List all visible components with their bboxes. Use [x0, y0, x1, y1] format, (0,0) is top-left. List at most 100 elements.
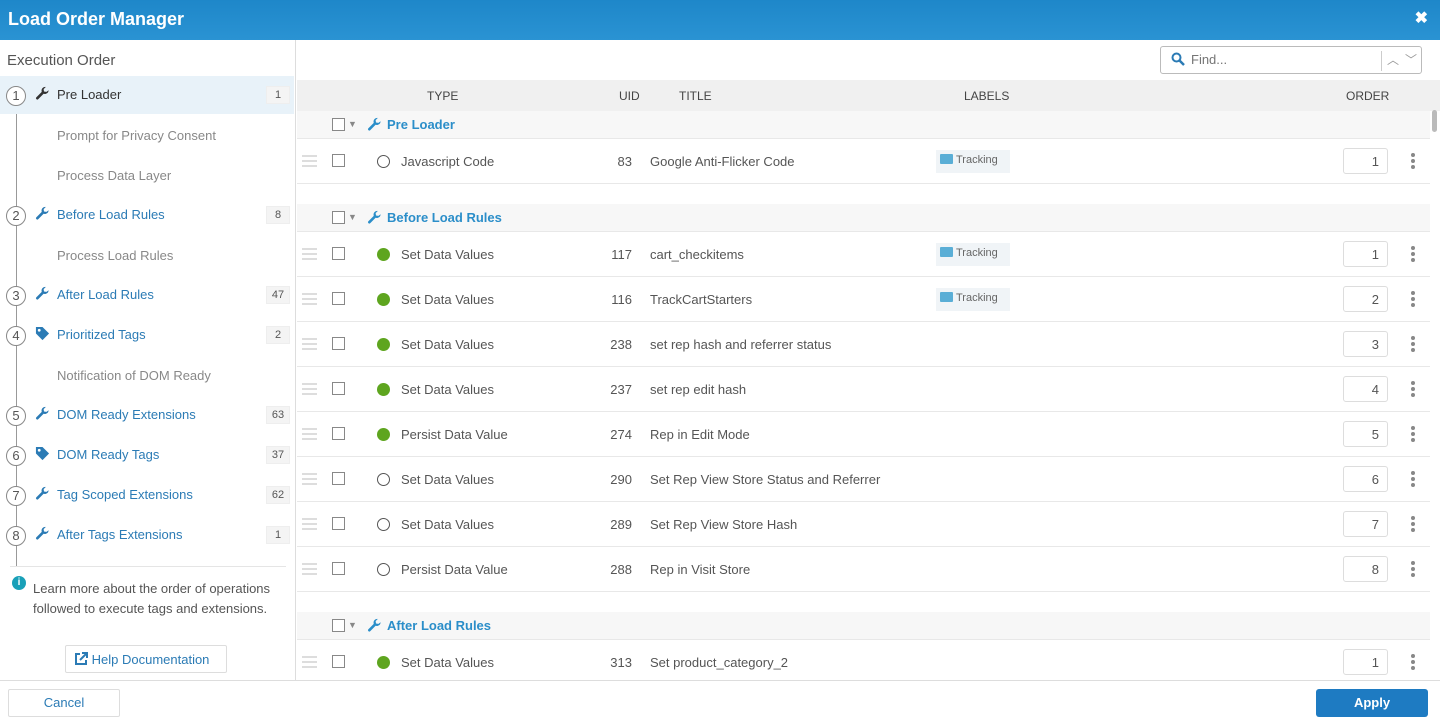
- drag-handle-icon[interactable]: [302, 518, 317, 530]
- drag-handle-icon[interactable]: [302, 155, 317, 167]
- step-count-badge: 63: [266, 406, 290, 424]
- sidebar-step-tag-scoped-extensions[interactable]: 7 Tag Scoped Extensions 62: [0, 476, 294, 514]
- more-options-icon[interactable]: [1411, 516, 1417, 532]
- row-checkbox[interactable]: [332, 655, 345, 668]
- row-checkbox[interactable]: [332, 382, 345, 395]
- order-input[interactable]: 4: [1343, 376, 1388, 402]
- scrollbar[interactable]: [1432, 110, 1437, 132]
- drag-handle-icon[interactable]: [302, 428, 317, 440]
- sidebar-step-after-load-rules[interactable]: 3 After Load Rules 47: [0, 276, 294, 314]
- order-input[interactable]: 1: [1343, 649, 1388, 675]
- column-uid[interactable]: UID: [619, 89, 640, 103]
- label-text: Tracking: [956, 292, 998, 304]
- order-input[interactable]: 7: [1343, 511, 1388, 537]
- drag-handle-icon[interactable]: [302, 338, 317, 350]
- sidebar-heading: Execution Order: [7, 52, 116, 69]
- more-options-icon[interactable]: [1411, 561, 1417, 577]
- step-number: 5: [6, 406, 26, 426]
- find-previous-icon[interactable]: ︿: [1387, 51, 1399, 68]
- table-row[interactable]: Set Data Values 290 Set Rep View Store S…: [297, 457, 1430, 502]
- table-row[interactable]: Javascript Code 83 Google Anti-Flicker C…: [297, 139, 1430, 184]
- more-options-icon[interactable]: [1411, 291, 1417, 307]
- row-title[interactable]: TrackCartStarters: [650, 292, 752, 307]
- column-order[interactable]: ORDER: [1346, 89, 1389, 103]
- row-title[interactable]: Google Anti-Flicker Code: [650, 154, 795, 169]
- cancel-button[interactable]: Cancel: [8, 689, 120, 717]
- row-checkbox[interactable]: [332, 292, 345, 305]
- order-input[interactable]: 1: [1343, 241, 1388, 267]
- sidebar-step-dom-ready-tags[interactable]: 6 DOM Ready Tags 37: [0, 436, 294, 474]
- order-input[interactable]: 3: [1343, 331, 1388, 357]
- order-input[interactable]: 2: [1343, 286, 1388, 312]
- table-row[interactable]: Set Data Values 313 Set product_category…: [297, 640, 1430, 685]
- column-title[interactable]: TITLE: [679, 89, 712, 103]
- table-row[interactable]: Set Data Values 116 TrackCartStarters Tr…: [297, 277, 1430, 322]
- row-title[interactable]: Set Rep View Store Status and Referrer: [650, 472, 880, 487]
- column-type[interactable]: TYPE: [427, 89, 458, 103]
- more-options-icon[interactable]: [1411, 471, 1417, 487]
- row-checkbox[interactable]: [332, 562, 345, 575]
- wrench-icon: [35, 286, 51, 302]
- row-checkbox[interactable]: [332, 247, 345, 260]
- close-icon[interactable]: ✖: [1415, 8, 1428, 28]
- row-title[interactable]: Set product_category_2: [650, 655, 788, 670]
- group-checkbox[interactable]: [332, 211, 345, 224]
- order-input[interactable]: 8: [1343, 556, 1388, 582]
- caret-down-icon[interactable]: ▼: [348, 620, 357, 630]
- drag-handle-icon[interactable]: [302, 563, 317, 575]
- row-checkbox[interactable]: [332, 517, 345, 530]
- table-row[interactable]: Set Data Values 237 set rep edit hash 4: [297, 367, 1430, 412]
- sidebar-substep: Notification of DOM Ready: [57, 368, 211, 383]
- more-options-icon[interactable]: [1411, 336, 1417, 352]
- drag-handle-icon[interactable]: [302, 656, 317, 668]
- sidebar-step-dom-ready-extensions[interactable]: 5 DOM Ready Extensions 63: [0, 396, 294, 434]
- apply-button[interactable]: Apply: [1316, 689, 1428, 717]
- sidebar-step-prioritized-tags[interactable]: 4 Prioritized Tags 2: [0, 316, 294, 354]
- row-title[interactable]: set rep hash and referrer status: [650, 337, 831, 352]
- status-indicator-icon: [377, 473, 390, 486]
- row-checkbox[interactable]: [332, 154, 345, 167]
- table-row[interactable]: Set Data Values 117 cart_checkitems Trac…: [297, 232, 1430, 277]
- column-labels[interactable]: LABELS: [964, 89, 1009, 103]
- more-options-icon[interactable]: [1411, 426, 1417, 442]
- row-checkbox[interactable]: [332, 337, 345, 350]
- row-type: Set Data Values: [401, 382, 494, 397]
- sidebar-step-pre-loader[interactable]: 1 Pre Loader 1: [0, 76, 294, 114]
- row-checkbox[interactable]: [332, 427, 345, 440]
- group-checkbox[interactable]: [332, 118, 345, 131]
- more-options-icon[interactable]: [1411, 153, 1417, 169]
- status-indicator-icon: [377, 155, 390, 168]
- group-checkbox[interactable]: [332, 619, 345, 632]
- row-type: Javascript Code: [401, 154, 495, 169]
- more-options-icon[interactable]: [1411, 381, 1417, 397]
- step-number: 8: [6, 526, 26, 546]
- row-title[interactable]: set rep edit hash: [650, 382, 746, 397]
- row-checkbox[interactable]: [332, 472, 345, 485]
- more-options-icon[interactable]: [1411, 246, 1417, 262]
- caret-down-icon[interactable]: ▼: [348, 212, 357, 222]
- sidebar-step-before-load-rules[interactable]: 2 Before Load Rules 8: [0, 196, 294, 234]
- table-row[interactable]: Set Data Values 289 Set Rep View Store H…: [297, 502, 1430, 547]
- drag-handle-icon[interactable]: [302, 248, 317, 260]
- status-indicator-icon: [377, 428, 390, 441]
- row-title[interactable]: Set Rep View Store Hash: [650, 517, 797, 532]
- row-title[interactable]: cart_checkitems: [650, 247, 744, 262]
- group-header: ▼ Pre Loader: [297, 111, 1430, 139]
- find-input[interactable]: [1191, 52, 1371, 67]
- drag-handle-icon[interactable]: [302, 383, 317, 395]
- more-options-icon[interactable]: [1411, 654, 1417, 670]
- row-title[interactable]: Rep in Edit Mode: [650, 427, 750, 442]
- table-row[interactable]: Set Data Values 238 set rep hash and ref…: [297, 322, 1430, 367]
- row-title[interactable]: Rep in Visit Store: [650, 562, 750, 577]
- sidebar-step-after-tags-extensions[interactable]: 8 After Tags Extensions 1: [0, 516, 294, 554]
- order-input[interactable]: 6: [1343, 466, 1388, 492]
- drag-handle-icon[interactable]: [302, 473, 317, 485]
- find-next-icon[interactable]: ﹀: [1405, 51, 1417, 68]
- help-documentation-button[interactable]: Help Documentation: [65, 645, 227, 673]
- table-row[interactable]: Persist Data Value 288 Rep in Visit Stor…: [297, 547, 1430, 592]
- order-input[interactable]: 1: [1343, 148, 1388, 174]
- caret-down-icon[interactable]: ▼: [348, 119, 357, 129]
- order-input[interactable]: 5: [1343, 421, 1388, 447]
- drag-handle-icon[interactable]: [302, 293, 317, 305]
- table-row[interactable]: Persist Data Value 274 Rep in Edit Mode …: [297, 412, 1430, 457]
